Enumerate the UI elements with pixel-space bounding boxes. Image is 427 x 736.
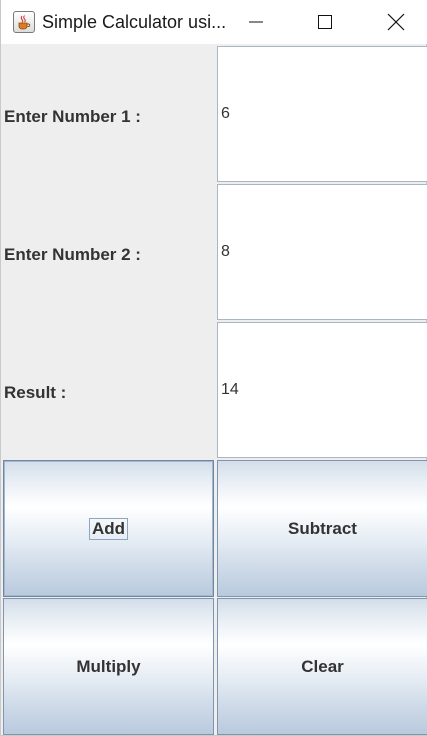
maximize-button[interactable] [296, 0, 354, 44]
number2-input[interactable]: 8 [217, 184, 427, 320]
number1-label: Enter Number 1 : [4, 107, 141, 126]
maximize-icon [318, 15, 332, 29]
calculator-window: Simple Calculator usi... Enter Number 1 … [0, 0, 427, 736]
java-coffee-icon [13, 11, 35, 33]
multiply-button[interactable]: Multiply [3, 598, 214, 735]
add-button[interactable]: Add [3, 460, 214, 597]
clear-button-label: Clear [301, 656, 344, 676]
multiply-button-label: Multiply [76, 656, 141, 676]
subtract-button-label: Subtract [288, 518, 357, 538]
result-label: Result : [4, 383, 67, 402]
number2-label: Enter Number 2 : [4, 245, 141, 264]
title-bar[interactable]: Simple Calculator usi... [1, 0, 427, 44]
minimize-button[interactable] [227, 0, 285, 44]
clear-button[interactable]: Clear [217, 598, 427, 735]
result-field[interactable]: 14 [217, 322, 427, 458]
close-icon [387, 13, 405, 31]
subtract-button[interactable]: Subtract [217, 460, 427, 597]
close-button[interactable] [367, 0, 425, 44]
number1-input[interactable]: 6 [217, 46, 427, 182]
add-button-label: Add [88, 517, 129, 540]
minimize-icon [249, 21, 263, 23]
window-title: Simple Calculator usi... [42, 12, 227, 32]
